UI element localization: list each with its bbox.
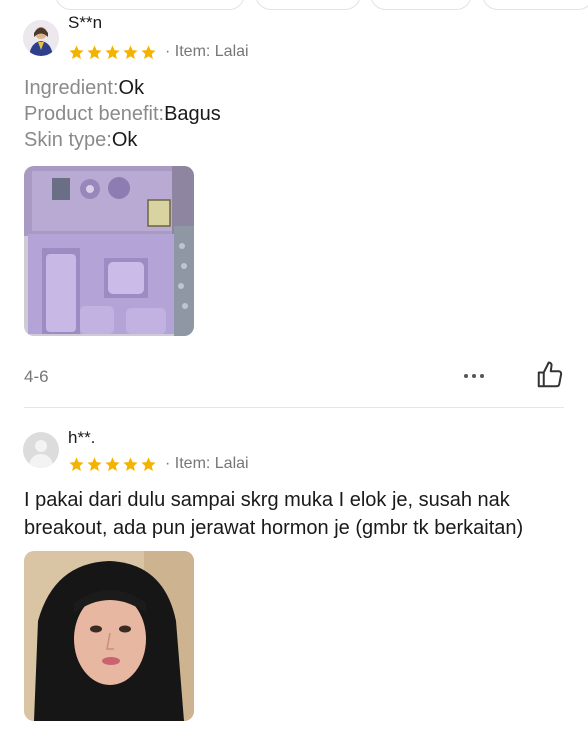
more-dots-icon[interactable] [458, 366, 490, 386]
review-attribute-skin-type: Skin type:Ok [24, 129, 138, 151]
reviewer-username: h**. [68, 428, 96, 447]
review-card: S**n · Item: Lalai Ingredient:Ok Product… [0, 0, 588, 406]
star-icon [69, 44, 84, 59]
rating-row: · Item: Lalai [68, 42, 249, 62]
star-icon [123, 44, 138, 59]
star-icon [87, 44, 102, 59]
review-card: h**. · Item: Lalai I pakai dari dulu sam… [0, 408, 588, 747]
review-comment: I pakai dari dulu sampai skrg muka I elo… [24, 489, 524, 539]
review-attribute-benefit: Product benefit:Bagus [24, 103, 221, 125]
rating-row: · Item: Lalai [68, 454, 249, 474]
item-variant-label: · Item: Lalai [165, 43, 249, 60]
reviewer-username: S**n [68, 13, 103, 32]
star-icon [123, 456, 138, 471]
thumbs-up-icon[interactable] [535, 360, 565, 390]
star-icon [105, 44, 120, 59]
item-variant-label: · Item: Lalai [165, 455, 249, 472]
review-attribute-ingredient: Ingredient:Ok [24, 77, 145, 99]
star-icon [105, 456, 120, 471]
review-photo-selfie[interactable] [24, 551, 194, 721]
star-rating [68, 44, 157, 61]
star-rating [68, 456, 157, 473]
star-icon [141, 44, 156, 59]
avatar[interactable] [23, 20, 59, 56]
star-icon [141, 456, 156, 471]
review-date: 4-6 [24, 367, 49, 386]
star-icon [87, 456, 102, 471]
star-icon [69, 456, 84, 471]
avatar[interactable] [23, 432, 59, 468]
review-photo-product-set[interactable] [24, 166, 194, 336]
